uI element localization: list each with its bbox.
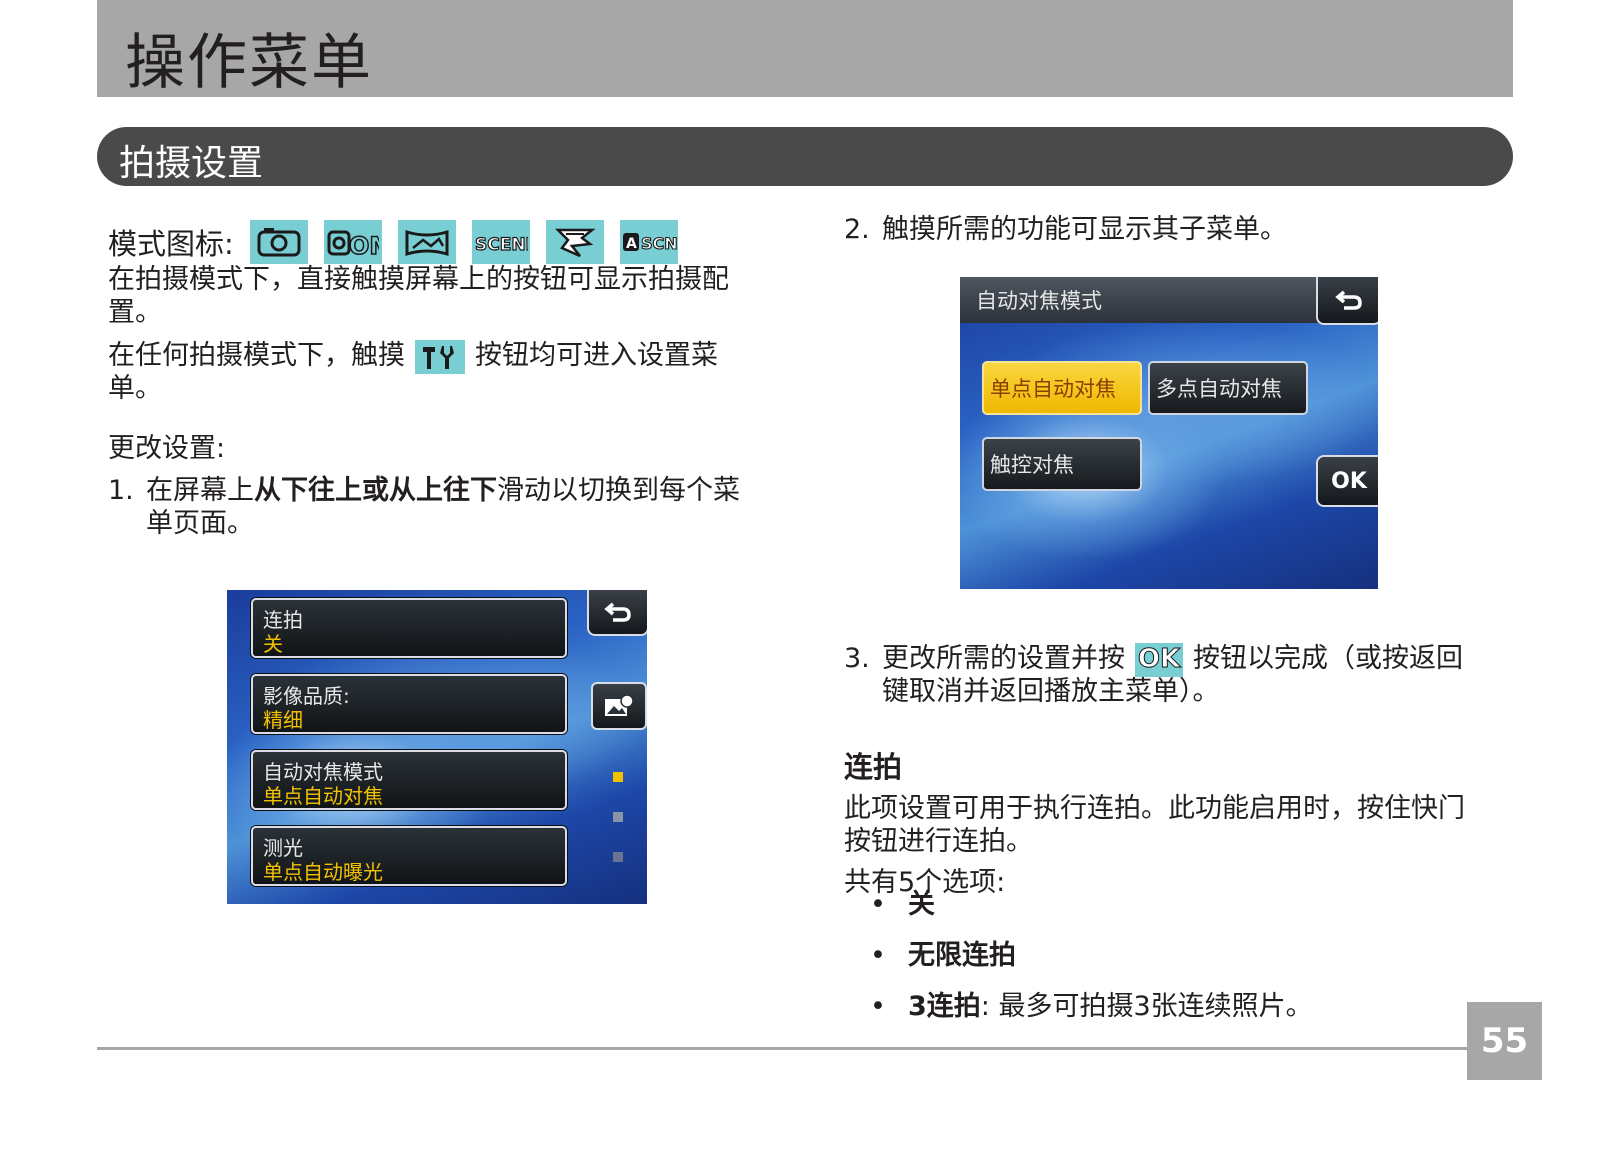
burst-heading: 连拍 [844, 750, 903, 784]
step3-before: 更改所需的设置并按 [882, 643, 1125, 674]
back-arrow-icon [1335, 290, 1362, 310]
menu-item-value: 单点自动对焦 [263, 784, 383, 808]
camera-icon [249, 220, 308, 264]
scene-icon: SCENE [471, 220, 530, 264]
menu-item-value: 单点自动曝光 [263, 860, 383, 884]
step3-line2: 键取消并返回播放主菜单）。 [882, 676, 1220, 707]
menu-item-af-mode[interactable]: 自动对焦模式 单点自动对焦 [251, 750, 567, 810]
step2-text: 触摸所需的功能可显示其子菜单。 [882, 214, 1287, 245]
page-number-box: 55 [1467, 1002, 1542, 1080]
om-icon-text: OM [349, 232, 379, 258]
panorama-icon [397, 220, 456, 264]
af-back-button[interactable] [1316, 277, 1378, 325]
image-gallery-icon [605, 694, 634, 716]
page-indicator [613, 812, 623, 822]
step1-line2: 单页面。 [146, 508, 254, 539]
ok-icon: OK [1135, 642, 1183, 677]
list-item: • 无限连拍 [870, 940, 1016, 971]
af-title: 自动对焦模式 [976, 289, 1102, 313]
menu-item-value: 精细 [263, 708, 303, 732]
back-arrow-icon [604, 602, 631, 622]
menu-item-image-quality[interactable]: 影像品质: 精细 [251, 674, 567, 734]
page-indicator-active [613, 772, 623, 782]
footer-rule [97, 1047, 1467, 1050]
back-button[interactable] [587, 590, 647, 636]
para2-line1: 在任何拍摄模式下，触摸 按钮均可进入设置菜 [108, 339, 718, 374]
para2-line2: 单。 [108, 373, 162, 404]
step1-bold: 从下往上或从上往下 [254, 475, 497, 506]
chapter-title: 操作菜单 [125, 28, 373, 98]
step1-pre: 在屏幕上 [146, 475, 254, 506]
antishake-icon [545, 220, 604, 264]
page-indicator [613, 852, 623, 862]
chapter-header: 操作菜单 [97, 0, 1513, 98]
step1-line1: 在屏幕上从下往上或从上往下滑动以切换到每个菜 [146, 474, 740, 507]
section-header: 拍摄设置 [97, 127, 1513, 186]
burst-desc-line1: 此项设置可用于执行连拍。此功能启用时，按住快门 [844, 793, 1465, 824]
af-option-single[interactable]: 单点自动对焦 [982, 361, 1142, 415]
burst-desc-line2: 按钮进行连拍。 [844, 826, 1033, 857]
step3-line1: 更改所需的设置并按 OK 按钮以完成（或按返回 [882, 642, 1463, 677]
auto-scene-icon: A SCN [619, 220, 678, 264]
playback-mode-button[interactable] [591, 682, 647, 730]
asn-scn-text: SCN [641, 234, 677, 253]
camera-menu-screen: 连拍 关 影像品质: 精细 自动对焦模式 单点自动对焦 测光 单点自动曝光 [227, 590, 647, 904]
para1-line1: 在拍摄模式下，直接触摸屏幕上的按钮可显示拍摄配 [108, 264, 729, 295]
para2-before: 在任何拍摄模式下，触摸 [108, 340, 405, 371]
list-item: • 关 [870, 889, 935, 920]
para1-line2: 置。 [108, 297, 162, 328]
para2-after: 按钮均可进入设置菜 [475, 340, 718, 371]
af-header: 自动对焦模式 [960, 277, 1370, 323]
menu-item-value: 关 [263, 632, 283, 656]
mode-icons-label: 模式图标: [108, 227, 234, 261]
menu-item-metering[interactable]: 测光 单点自动曝光 [251, 826, 567, 886]
step1-number: 1. [108, 475, 134, 506]
step2-number: 2. [844, 214, 870, 245]
camera-manual-icon: OM [323, 220, 382, 264]
step3-number: 3. [844, 643, 870, 674]
section-title: 拍摄设置 [119, 143, 264, 184]
burst-options-list: • 关 • 无限连拍 • 3连拍: 最多可拍摄3张连续照片。 [870, 888, 1313, 1041]
mode-icons-row: 模式图标: OM SCENE ASCN [108, 220, 694, 264]
af-option-touch[interactable]: 触控对焦 [982, 437, 1142, 491]
ok-button-label: OK [1331, 468, 1367, 494]
af-option-multi[interactable]: 多点自动对焦 [1148, 361, 1308, 415]
list-item: • 3连拍: 最多可拍摄3张连续照片。 [870, 991, 1313, 1022]
step1-post: 滑动以切换到每个菜 [497, 475, 740, 506]
step3-after: 按钮以完成（或按返回 [1193, 643, 1463, 674]
scene-icon-text: SCENE [475, 235, 528, 255]
asn-a-text: A [626, 236, 637, 252]
ok-button[interactable]: OK [1316, 455, 1378, 507]
settings-tools-icon [415, 339, 465, 374]
change-settings-label: 更改设置: [108, 433, 226, 464]
menu-item-burst[interactable]: 连拍 关 [251, 598, 567, 658]
af-mode-screen: 自动对焦模式 单点自动对焦 多点自动对焦 触控对焦 OK [960, 277, 1378, 589]
page-number: 55 [1480, 1021, 1529, 1061]
